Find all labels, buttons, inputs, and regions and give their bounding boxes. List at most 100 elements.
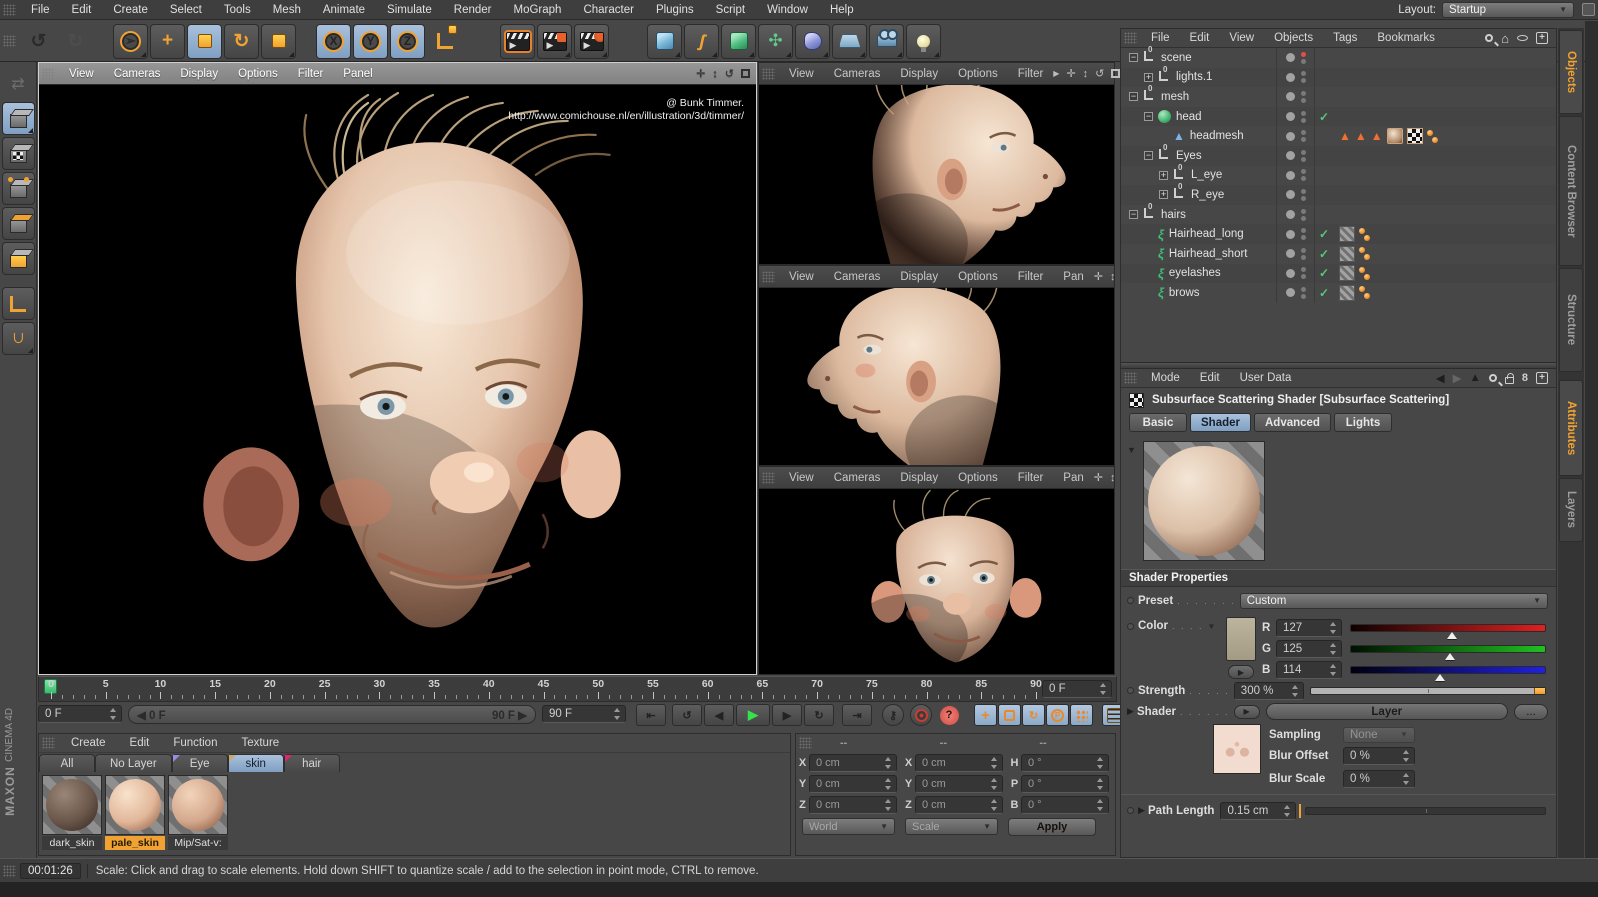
play-button[interactable]: ▶ [736, 704, 770, 726]
hair-material-tag-icon[interactable] [1339, 265, 1355, 282]
texture-mode-button[interactable] [1, 137, 35, 170]
viewport-menu-item[interactable]: Display [170, 68, 228, 80]
object-row-headmesh[interactable]: ·▲headmesh ▲ ▲ ▲ [1121, 126, 1556, 146]
rot-b-field[interactable]: 0 ° [1021, 795, 1109, 814]
menubar-item[interactable]: Simulate [376, 4, 443, 16]
tab-advanced[interactable]: Advanced [1254, 413, 1331, 432]
previous-frame-button[interactable]: ◀ [704, 704, 734, 726]
object-row-lights[interactable]: +lights.1 [1121, 65, 1556, 88]
material-mip-sat[interactable]: Mip/Sat-v: [168, 775, 228, 850]
move-tool-button[interactable]: + [150, 23, 185, 59]
spinner-icon[interactable] [884, 798, 893, 811]
object-menu-item[interactable]: Tags [1323, 32, 1367, 44]
blue-slider[interactable] [1350, 665, 1546, 681]
animation-dot-icon[interactable] [1127, 597, 1134, 604]
viewport-menu-item[interactable]: Display [890, 472, 948, 484]
frame-start-field[interactable]: 0 F [38, 705, 122, 723]
viewport-perspective[interactable]: View Cameras Display Options Filter Panel ✛ ↕… [38, 62, 757, 675]
strength-slider[interactable] [1309, 686, 1546, 695]
shader-popup-button[interactable]: ▶ [1233, 704, 1260, 719]
viewport-menu-item[interactable]: Display [890, 68, 948, 80]
rotate-tool-button[interactable]: ↻ [224, 23, 259, 59]
vertex-map-tag-icon[interactable] [1359, 247, 1370, 261]
visibility-toggles[interactable] [1277, 126, 1315, 146]
color-swatch[interactable] [1226, 617, 1256, 661]
tag-list[interactable] [1333, 284, 1370, 301]
tab-hair[interactable]: hair [283, 754, 340, 772]
menu-overflow-icon[interactable]: ▶ [1053, 69, 1059, 78]
tab-content-browser[interactable]: Content Browser [1559, 116, 1583, 266]
layer-texture-thumbnail[interactable] [1213, 724, 1261, 774]
menubar-item[interactable]: Character [572, 4, 645, 16]
link-icon[interactable]: 8 [1522, 372, 1528, 384]
play-backwards-button[interactable]: ↺ [672, 704, 702, 726]
history-forward-icon[interactable]: ▶ [1453, 371, 1462, 385]
visibility-toggles[interactable] [1277, 106, 1315, 127]
spinner-icon[interactable] [884, 777, 893, 790]
object-menu-item[interactable]: File [1141, 32, 1180, 44]
add-modeling-button[interactable]: ✣ [758, 23, 793, 59]
viewport-menu-item[interactable]: Cameras [824, 472, 891, 484]
history-back-icon[interactable]: ◀ [1436, 371, 1445, 385]
next-frame-button[interactable]: ▶ [772, 704, 802, 726]
spinner-icon[interactable] [1329, 621, 1338, 634]
tag-list[interactable] [1333, 226, 1370, 243]
goto-start-button[interactable]: ⇤ [636, 704, 666, 726]
viewport-menu-item[interactable]: View [779, 472, 824, 484]
viewport-right-top[interactable]: View Cameras Display Options Filter ▶ ✛ ↕ ↺ [758, 62, 1121, 265]
render-view-button[interactable] [500, 23, 535, 59]
viewport-menu-item[interactable]: Options [948, 271, 1008, 283]
spinner-icon[interactable] [1329, 663, 1338, 676]
animation-dot-icon[interactable] [1127, 807, 1134, 814]
viewport-top-canvas[interactable] [759, 85, 1114, 264]
visibility-toggles[interactable] [1277, 263, 1315, 284]
menubar-item[interactable]: Render [443, 4, 503, 16]
tab-layers[interactable]: Layers [1559, 478, 1583, 542]
redo-button[interactable]: ↻ [58, 24, 93, 59]
menubar-item[interactable]: Window [756, 4, 819, 16]
vertex-map-tag-icon[interactable] [1359, 266, 1370, 280]
spinner-icon[interactable] [1096, 756, 1105, 769]
collapse-icon[interactable]: − [1129, 92, 1138, 102]
rot-h-field[interactable]: 0 ° [1021, 753, 1109, 772]
key-parameter-button[interactable]: P [1046, 704, 1069, 726]
coordinate-system-button[interactable] [427, 24, 462, 59]
viewport-menu-item[interactable]: Options [228, 68, 288, 80]
pan-view-icon[interactable]: ✛ [1094, 471, 1103, 484]
material-pale-skin[interactable]: pale_skin [105, 775, 165, 850]
object-row-eyes[interactable]: −Eyes [1121, 143, 1556, 166]
slider-marker[interactable] [1446, 631, 1457, 639]
zoom-view-icon[interactable]: ↕ [1110, 472, 1116, 484]
viewport-menu-item[interactable]: Pan [1053, 271, 1093, 283]
object-row-scene[interactable]: −scene [1121, 45, 1556, 68]
spinner-icon[interactable] [1402, 749, 1411, 762]
viewport-menu-item[interactable]: Panel [333, 68, 382, 80]
tag-list[interactable]: ▲ ▲ ▲ [1333, 128, 1438, 145]
tab-structure[interactable]: Structure [1559, 268, 1583, 372]
tab-lights[interactable]: Lights [1333, 413, 1392, 432]
preset-dropdown[interactable]: Custom ▼ [1239, 592, 1548, 609]
uvw-tag-icon[interactable] [1406, 128, 1423, 145]
render-picture-viewer-button[interactable] [537, 23, 572, 59]
menubar-item[interactable]: Plugins [645, 4, 705, 16]
slider-marker[interactable] [1444, 652, 1455, 660]
tag-list[interactable] [1333, 265, 1370, 282]
viewport-menu-item[interactable]: Display [890, 271, 948, 283]
lock-icon[interactable] [1504, 372, 1514, 384]
goto-end-button[interactable]: ⇥ [842, 704, 872, 726]
object-row-head[interactable]: − head ✓ [1121, 106, 1556, 127]
key-pla-button[interactable] [1070, 704, 1093, 726]
add-panel-icon[interactable]: + [1536, 372, 1548, 384]
grip-handle[interactable] [42, 737, 55, 749]
add-deformer-button[interactable] [795, 23, 830, 59]
spinner-icon[interactable] [1329, 642, 1338, 655]
tag-list[interactable] [1333, 245, 1370, 262]
selection-tag-icon[interactable]: ▲ [1371, 129, 1383, 143]
grip-handle[interactable] [799, 737, 812, 749]
expand-icon[interactable]: + [1159, 170, 1168, 180]
object-row-r-eye[interactable]: +R_eye [1121, 182, 1556, 205]
expand-triangle-icon[interactable]: ▶ [1127, 706, 1137, 717]
viewport-right-bottom[interactable]: ViewCamerasDisplayOptionsFilterPan ✛↕ ↺ [758, 466, 1148, 675]
enabled-check-icon[interactable]: ✓ [1315, 247, 1333, 261]
viewport-menu-item[interactable]: Options [948, 472, 1008, 484]
